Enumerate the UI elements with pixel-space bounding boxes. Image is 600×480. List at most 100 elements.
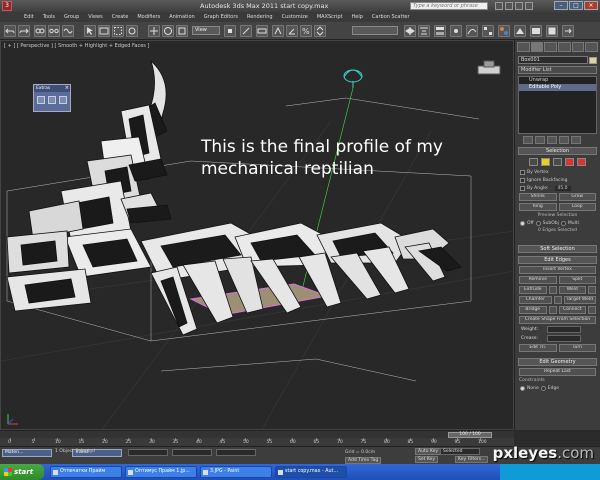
key-filters-button[interactable]: Key Filters... [455,456,489,463]
modifier-list-dropdown[interactable]: Modifier List [518,66,597,74]
z-coordinate-field[interactable] [216,449,256,456]
connect-settings-icon[interactable] [588,306,596,314]
select-manipulate-icon[interactable] [240,25,252,37]
minimize-button[interactable]: – [554,1,568,10]
undo-icon[interactable] [4,25,16,37]
create-tab-icon[interactable] [517,42,530,52]
set-key-button[interactable]: Set Key [415,456,438,463]
y-coordinate-field[interactable] [172,449,212,456]
add-time-tag-button[interactable]: Add Time Tag [345,457,382,464]
ignore-backfacing-checkbox[interactable]: Ignore Backfacing [520,177,595,183]
menu-edit[interactable]: Edit [24,14,34,20]
remove-modifier-icon[interactable] [559,136,569,144]
curve-editor-icon[interactable] [466,25,478,37]
by-angle-value[interactable]: 45.0 [554,185,571,191]
viewport-label[interactable]: [ + ] [ Perspective ] [ Smooth + Highlig… [4,43,149,49]
bridge-settings-icon[interactable] [548,306,557,314]
redo-icon[interactable] [18,25,30,37]
maximize-button[interactable]: □ [569,1,583,10]
weld-button[interactable]: Weld [558,286,586,294]
unlink-icon[interactable] [48,25,60,37]
x-coordinate-field[interactable] [128,449,168,456]
menu-views[interactable]: Views [88,14,102,20]
close-button[interactable]: × [584,1,598,10]
stack-item-editable-poly[interactable]: Editable Poly [519,84,596,91]
hierarchy-tab-icon[interactable] [544,42,558,52]
menu-maxscript[interactable]: MAXScript [317,14,343,20]
layer-manager-icon[interactable] [434,25,446,37]
insert-vertex-button[interactable]: Insert Vertex [519,266,596,274]
search-icon[interactable] [495,2,503,10]
select-by-name-icon[interactable] [98,25,110,37]
pin-stack-icon[interactable] [523,136,533,144]
modify-tab-icon[interactable] [530,42,544,52]
bind-space-warp-icon[interactable] [62,25,74,37]
close-icon[interactable]: × [65,85,69,92]
edit-edges-rollout-header[interactable]: Edit Edges [518,256,597,264]
time-slider[interactable]: 100 / 100 [0,430,514,438]
polygon-level-icon[interactable] [565,158,574,166]
named-selection-sets-dropdown[interactable] [352,26,398,35]
vertex-level-icon[interactable] [529,158,538,166]
taskbar-item-2[interactable]: Оптимус Прайм 1.jp... [125,466,197,478]
help-icon[interactable] [525,2,533,10]
weight-field[interactable] [547,326,581,333]
menu-modifiers[interactable]: Modifiers [137,14,160,20]
star-icon[interactable] [515,2,523,10]
element-level-icon[interactable] [577,158,586,166]
taskbar-item-1[interactable]: Отпечатки Прайм [50,466,122,478]
select-object-icon[interactable] [84,25,96,37]
ring-button[interactable]: Ring [519,203,557,211]
configure-modifier-sets-icon[interactable] [571,136,581,144]
soft-selection-rollout-header[interactable]: Soft Selection [518,245,597,253]
render-iterative-icon[interactable] [562,25,574,37]
object-name-field[interactable]: Box001 [518,56,597,64]
menu-animation[interactable]: Animation [169,14,195,20]
selection-region-icon[interactable] [112,25,124,37]
schematic-view-icon[interactable] [482,25,494,37]
stack-item-unwrap[interactable]: Unwrap [519,77,596,84]
edit-tri-button[interactable]: Edit Tri. [519,344,557,352]
app-logo-icon[interactable]: 3 [2,1,12,11]
reference-coordinate-dropdown[interactable]: View [192,26,220,35]
subscription-icon[interactable] [505,2,513,10]
motion-tab-icon[interactable] [558,42,571,52]
by-angle-checkbox[interactable]: By Angle: 45.0 [520,185,595,191]
menu-group[interactable]: Group [64,14,79,20]
crease-field[interactable] [547,335,581,342]
material-editor-minimized[interactable]: Materi... [2,449,52,457]
graphite-tools-icon[interactable] [450,25,462,37]
autobackup-icon[interactable] [48,96,56,104]
remove-button[interactable]: Remove [519,276,557,284]
extrude-settings-icon[interactable] [548,286,557,294]
mirror-icon[interactable] [404,25,416,37]
render-setup-icon[interactable] [514,25,526,37]
align-icon[interactable] [418,25,430,37]
rotate-icon[interactable] [162,25,174,37]
chamfer-button[interactable]: Chamfer [519,296,552,304]
split-button[interactable]: Split [558,276,596,284]
start-button[interactable]: start [0,464,44,480]
shrink-button[interactable]: Shrink [519,193,557,201]
track-bar[interactable]: 0 5 10 15 20 25 30 35 40 45 50 55 60 65 70 75 80 85 90 95 10… [0,438,514,446]
display-tab-icon[interactable] [571,42,585,52]
subobj-radio[interactable] [535,220,541,226]
loop-button[interactable]: Loop [558,203,596,211]
menu-graph-editors[interactable]: Graph Editors [204,14,238,20]
percent-snap-icon[interactable]: % [300,25,312,37]
connect-button[interactable]: Connect [558,306,586,314]
selected-dropdown[interactable]: Selected [440,448,480,455]
taskbar-item-4[interactable]: start copy.max - Aut... [275,466,347,478]
create-shape-button[interactable]: Create Shape From Selection [519,316,596,324]
utilities-tab-icon[interactable] [585,42,599,52]
menu-tools[interactable]: Tools [43,14,55,20]
menu-rendering[interactable]: Rendering [247,14,273,20]
link-icon[interactable] [34,25,46,37]
show-end-result-icon[interactable] [535,136,545,144]
scale-icon[interactable] [176,25,188,37]
pivot-center-icon[interactable] [224,25,236,37]
perspective-viewport[interactable]: [ + ] [ Perspective ] [ Smooth + Highlig… [0,40,514,430]
make-unique-icon[interactable] [547,136,557,144]
none-radio[interactable] [520,385,525,391]
rendered-frame-window-icon[interactable] [530,25,542,37]
